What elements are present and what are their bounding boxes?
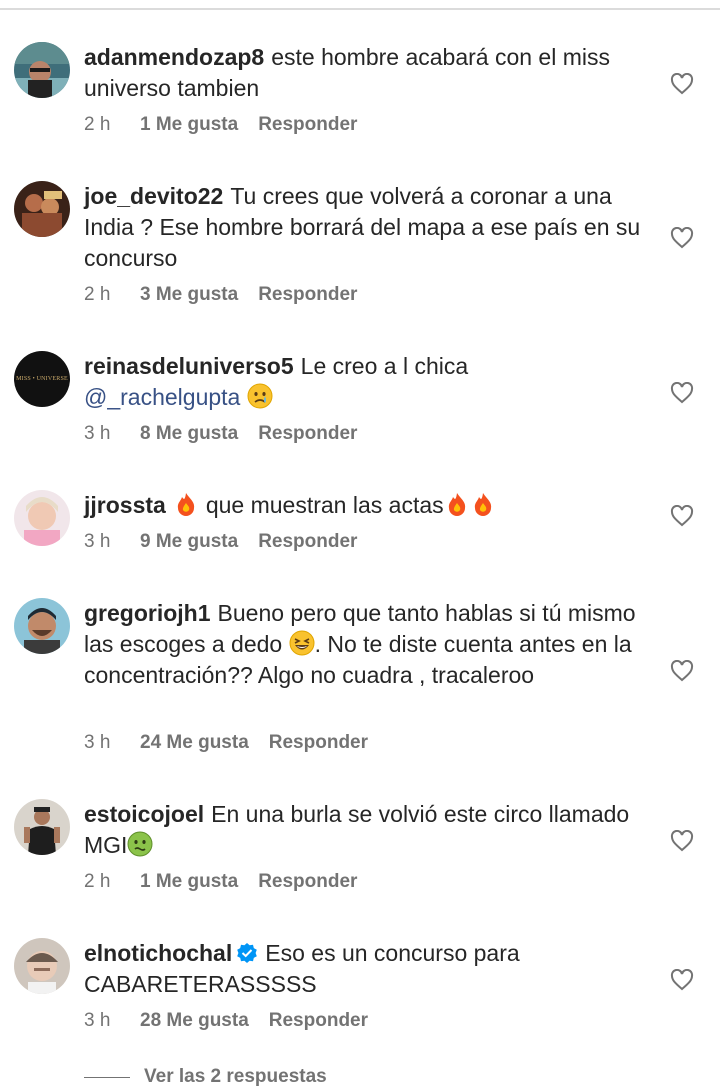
avatar-logo-text: MISS • UNIVERSE xyxy=(16,376,68,382)
avatar[interactable] xyxy=(14,42,70,98)
comment-username[interactable]: jjrossta xyxy=(84,492,166,518)
comment-username[interactable]: adanmendozap8 xyxy=(84,44,264,70)
comment-username[interactable]: gregoriojh1 xyxy=(84,600,211,626)
reply-button[interactable]: Responder xyxy=(258,114,357,136)
comment-time[interactable]: 3 h xyxy=(84,531,140,553)
avatar[interactable]: MISS • UNIVERSE xyxy=(14,351,70,407)
grinning-squinting-emoji xyxy=(289,630,315,656)
comment-meta: 3 h 24 Me gusta Responder xyxy=(84,732,368,754)
comment-body: Le creo a l chica xyxy=(300,353,469,379)
mention-link[interactable]: @_rachelgupta xyxy=(84,384,240,410)
heart-outline-icon[interactable] xyxy=(670,660,694,682)
reply-button[interactable]: Responder xyxy=(258,871,357,893)
comment-username[interactable]: estoicojoel xyxy=(84,801,204,827)
comment-text: gregoriojh1 Bueno pero que tanto hablas s… xyxy=(84,598,654,691)
comment-likes[interactable]: 28 Me gusta xyxy=(140,1010,249,1032)
reply-button[interactable]: Responder xyxy=(258,423,357,445)
comment-meta: 3 h 9 Me gusta Responder xyxy=(84,531,357,553)
view-replies-label: Ver las 2 respuestas xyxy=(144,1066,327,1087)
comment-username[interactable]: elnotichochal xyxy=(84,940,232,966)
comment-likes[interactable]: 1 Me gusta xyxy=(140,871,238,893)
comment-username[interactable]: reinasdeluniverso5 xyxy=(84,353,294,379)
reply-button[interactable]: Responder xyxy=(269,1010,368,1032)
top-divider xyxy=(0,8,720,10)
avatar[interactable] xyxy=(14,181,70,237)
view-replies-button[interactable]: Ver las 2 respuestas xyxy=(84,1066,327,1088)
avatar[interactable] xyxy=(14,938,70,994)
comment-meta: 2 h 1 Me gusta Responder xyxy=(84,871,357,893)
crying-face-emoji xyxy=(247,383,273,409)
comment-time[interactable]: 2 h xyxy=(84,284,140,306)
fire-emoji xyxy=(448,493,465,516)
heart-outline-icon[interactable] xyxy=(670,227,694,249)
verified-badge-icon xyxy=(237,943,258,963)
comment-text: elnotichochal Eso es un concurso para CA… xyxy=(84,938,654,1000)
comment-meta: 3 h 8 Me gusta Responder xyxy=(84,423,357,445)
comment-likes[interactable]: 8 Me gusta xyxy=(140,423,238,445)
view-replies-divider xyxy=(84,1076,130,1078)
heart-outline-icon[interactable] xyxy=(670,830,694,852)
comment-time[interactable]: 3 h xyxy=(84,423,140,445)
fire-emoji xyxy=(177,493,194,516)
heart-outline-icon[interactable] xyxy=(670,969,694,991)
comment-text: estoicojoel En una burla se volvió este c… xyxy=(84,799,654,861)
comment-text: jjrossta que muestran las actas xyxy=(84,490,654,521)
reply-button[interactable]: Responder xyxy=(258,284,357,306)
comment-meta: 3 h 28 Me gusta Responder xyxy=(84,1010,368,1032)
comment-likes[interactable]: 3 Me gusta xyxy=(140,284,238,306)
comment-username[interactable]: joe_devito22 xyxy=(84,183,223,209)
reply-button[interactable]: Responder xyxy=(258,531,357,553)
avatar[interactable] xyxy=(14,490,70,546)
comment-time[interactable]: 2 h xyxy=(84,114,140,136)
comment-meta: 2 h 3 Me gusta Responder xyxy=(84,284,357,306)
heart-outline-icon[interactable] xyxy=(670,505,694,527)
comment-text: adanmendozap8 este hombre acabará con el … xyxy=(84,42,654,104)
comment-time[interactable]: 3 h xyxy=(84,732,140,754)
avatar[interactable] xyxy=(14,799,70,855)
comment-body: que muestran las actas xyxy=(205,492,444,518)
comment-text: reinasdeluniverso5 Le creo a l chica @_ra… xyxy=(84,351,654,413)
fire-emoji xyxy=(474,493,491,516)
comment-likes[interactable]: 1 Me gusta xyxy=(140,114,238,136)
avatar[interactable] xyxy=(14,598,70,654)
comment-text: joe_devito22 Tu crees que volverá a coron… xyxy=(84,181,654,274)
comment-likes[interactable]: 9 Me gusta xyxy=(140,531,238,553)
heart-outline-icon[interactable] xyxy=(670,73,694,95)
comment-time[interactable]: 2 h xyxy=(84,871,140,893)
comment-time[interactable]: 3 h xyxy=(84,1010,140,1032)
heart-outline-icon[interactable] xyxy=(670,382,694,404)
reply-button[interactable]: Responder xyxy=(269,732,368,754)
nauseated-face-emoji xyxy=(127,831,153,857)
comment-likes[interactable]: 24 Me gusta xyxy=(140,732,249,754)
comment-meta: 2 h 1 Me gusta Responder xyxy=(84,114,357,136)
